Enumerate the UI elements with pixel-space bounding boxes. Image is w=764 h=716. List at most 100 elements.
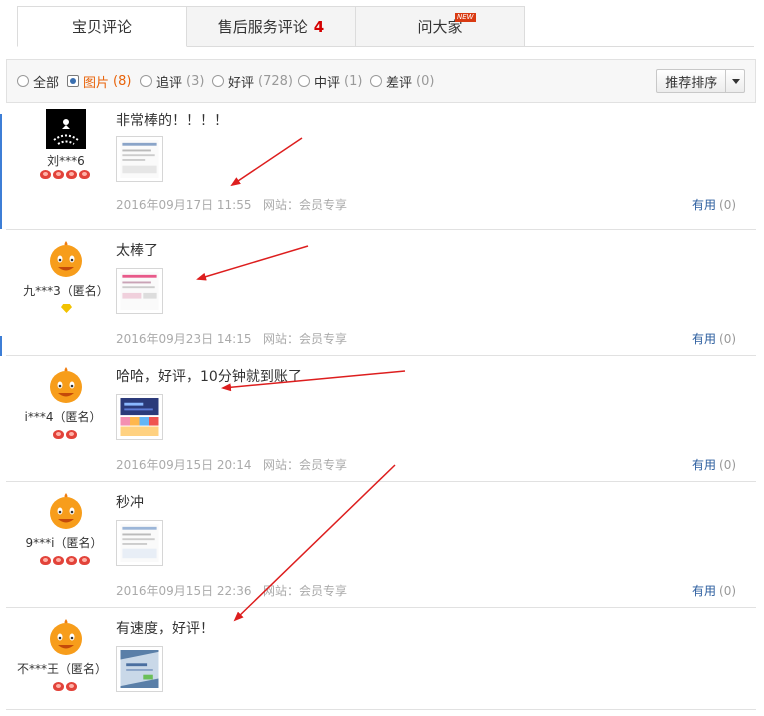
filter-negative[interactable]: 差评 (0) — [370, 72, 434, 91]
radio-checked-icon[interactable] — [67, 75, 79, 87]
review-site: 网站：会员专享 — [263, 584, 348, 598]
filter-count: (1) — [344, 73, 363, 89]
screenshot-thumbnail-icon — [120, 398, 159, 436]
review-item: 刘***6 非常棒的！！！！ 2016年09月17日 11:55 网站：会员专享… — [0, 104, 764, 230]
sort-dropdown[interactable]: 推荐排序 — [656, 69, 745, 93]
user-name: 不***王（匿名） — [16, 662, 107, 676]
orange-avatar-icon — [50, 619, 82, 655]
filter-label: 全部 — [33, 75, 60, 91]
review-text: 有速度，好评！ — [116, 621, 214, 637]
filter-followup[interactable]: 追评 (3) — [140, 72, 205, 91]
heart-rank-icon — [66, 682, 77, 691]
heart-rank-icon — [79, 556, 90, 565]
heart-rank-icon — [79, 170, 90, 179]
useful-label: 有用 — [692, 332, 717, 346]
review-date: 2016年09月17日 11:55 — [116, 198, 252, 212]
useful-label: 有用 — [692, 458, 717, 472]
buyer-rank-hearts — [40, 556, 92, 566]
useful-button[interactable]: 有用 (0) — [692, 456, 736, 473]
screenshot-thumbnail-icon — [120, 524, 159, 562]
sort-label: 推荐排序 — [665, 75, 718, 91]
filter-all[interactable]: 全部 — [17, 72, 60, 91]
filter-positive[interactable]: 好评 (728) — [212, 72, 293, 91]
useful-count: (0) — [719, 458, 737, 472]
useful-button[interactable]: 有用 (0) — [692, 582, 736, 599]
tab-ask-everyone[interactable]: 问大家 NEW — [356, 6, 525, 47]
user-avatar[interactable] — [46, 617, 86, 657]
tab-label: 宝贝评论 — [71, 18, 132, 36]
screenshot-thumbnail-icon — [120, 650, 159, 688]
user-avatar[interactable] — [46, 365, 86, 405]
orange-avatar-icon — [50, 493, 82, 529]
filter-label: 图片 — [83, 75, 110, 91]
useful-button[interactable]: 有用 (0) — [692, 196, 736, 213]
heart-rank-icon — [40, 556, 51, 565]
buyer-rank-hearts — [40, 170, 92, 180]
heart-rank-icon — [40, 170, 51, 179]
filter-count: (728) — [258, 73, 293, 89]
radio-icon[interactable] — [370, 75, 382, 87]
buyer-rank-hearts — [53, 682, 79, 692]
user-avatar[interactable] — [46, 491, 86, 531]
filter-label: 好评 — [228, 75, 255, 91]
buyer-rank-diamond — [61, 304, 72, 314]
heart-rank-icon — [53, 430, 64, 439]
buyer-rank-hearts — [53, 430, 79, 440]
review-image-thumbnail[interactable] — [116, 394, 163, 440]
review-image-thumbnail[interactable] — [116, 268, 163, 314]
left-accent-bar — [0, 336, 2, 356]
user-name: 9***i（匿名） — [25, 536, 103, 550]
useful-button[interactable]: 有用 (0) — [692, 330, 736, 347]
heart-rank-icon — [53, 682, 64, 691]
screenshot-thumbnail-icon — [120, 272, 159, 310]
user-name: i***4（匿名） — [24, 410, 102, 424]
review-tabs: 宝贝评论 售后服务评论 4 问大家 NEW — [17, 6, 525, 47]
review-image-thumbnail[interactable] — [116, 646, 163, 692]
left-accent-bar — [0, 114, 2, 229]
review-item: i***4（匿名） 哈哈，好评，10分钟就到账了 2016年09月15日 20:… — [0, 336, 764, 482]
user-avatar[interactable] — [46, 239, 86, 279]
filter-label: 差评 — [386, 75, 413, 91]
heart-rank-icon — [66, 430, 77, 439]
new-badge: NEW — [455, 13, 476, 22]
review-site: 网站：会员专享 — [263, 332, 348, 346]
dark-avatar-icon — [53, 119, 79, 145]
review-text: 哈哈，好评，10分钟就到账了 — [116, 369, 302, 385]
review-text: 非常棒的！！！！ — [116, 113, 228, 129]
review-site: 网站：会员专享 — [263, 458, 348, 472]
tab-after-sales-reviews[interactable]: 售后服务评论 4 — [187, 6, 356, 47]
filter-neutral[interactable]: 中评 (1) — [298, 72, 363, 91]
radio-icon[interactable] — [212, 75, 224, 87]
tab-item-reviews[interactable]: 宝贝评论 — [17, 6, 187, 47]
review-date: 2016年09月15日 20:14 — [116, 458, 252, 472]
review-image-thumbnail[interactable] — [116, 136, 163, 182]
useful-label: 有用 — [692, 198, 717, 212]
heart-rank-icon — [66, 556, 77, 565]
useful-count: (0) — [719, 584, 737, 598]
filter-count: (3) — [186, 73, 205, 89]
heart-rank-icon — [53, 170, 64, 179]
review-date: 2016年09月15日 22:36 — [116, 584, 252, 598]
radio-icon[interactable] — [17, 75, 29, 87]
user-name: 刘***6 — [47, 154, 85, 168]
radio-icon[interactable] — [298, 75, 310, 87]
filter-count: (8) — [113, 73, 132, 89]
radio-icon[interactable] — [140, 75, 152, 87]
orange-avatar-icon — [50, 241, 82, 277]
filter-images[interactable]: 图片 (8) — [67, 72, 132, 91]
orange-avatar-icon — [50, 367, 82, 403]
review-item: 九***3（匿名） 太棒了 2016年09月23日 14:15 网站：会员专享 … — [0, 230, 764, 356]
filter-label: 中评 — [314, 75, 341, 91]
heart-rank-icon — [66, 170, 77, 179]
tab-label: 售后服务评论 — [217, 18, 308, 36]
screenshot-thumbnail-icon — [120, 140, 159, 178]
review-text: 秒冲 — [116, 495, 144, 511]
review-item: 9***i（匿名） 秒冲 2016年09月15日 22:36 网站：会员专享 有… — [0, 482, 764, 608]
heart-rank-icon — [53, 556, 64, 565]
review-image-thumbnail[interactable] — [116, 520, 163, 566]
tab-count: 4 — [313, 17, 325, 36]
review-text: 太棒了 — [116, 243, 158, 259]
user-name: 九***3（匿名） — [23, 284, 109, 298]
chevron-down-icon[interactable] — [725, 70, 744, 92]
user-avatar[interactable] — [46, 109, 86, 149]
